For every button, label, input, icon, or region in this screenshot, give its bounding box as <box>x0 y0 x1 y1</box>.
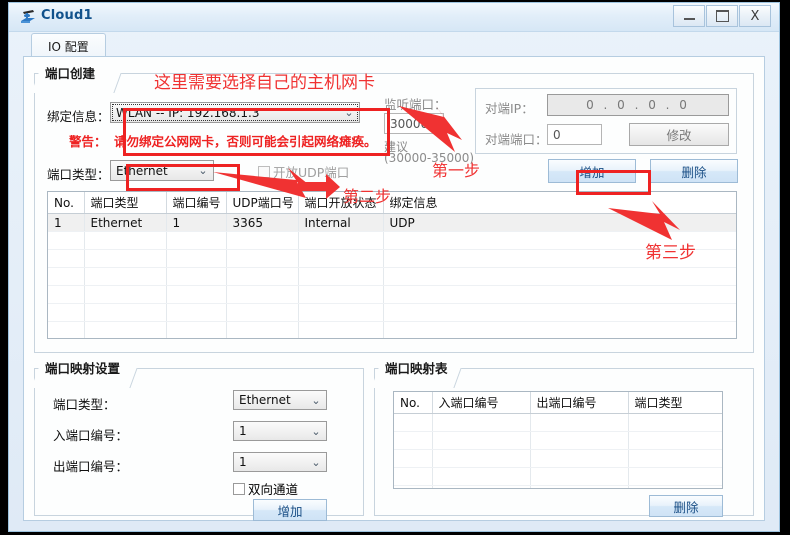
table-row[interactable] <box>394 467 722 486</box>
mapping-delete-button[interactable]: 删除 <box>649 495 723 517</box>
table-row[interactable] <box>48 267 736 286</box>
out-port-number-value: 1 <box>239 455 247 469</box>
table-row[interactable] <box>394 485 722 488</box>
col-port-number: 端口编号 <box>166 192 227 214</box>
col-no: No. <box>394 392 433 414</box>
port-type-label: 端口类型： <box>47 167 110 182</box>
listen-port-label: 监听端口： <box>384 97 447 112</box>
close-icon: X <box>750 8 760 24</box>
chevron-down-icon: ⌄ <box>311 393 321 407</box>
maximize-button[interactable] <box>706 5 738 27</box>
chevron-down-icon: ⌄ <box>198 164 208 177</box>
col-port-type: 端口类型 <box>84 192 167 214</box>
in-port-number-combobox[interactable]: 1 ⌄ <box>233 421 327 441</box>
table-row[interactable]: 1 Ethernet 1 3365 Internal UDP <box>48 213 736 232</box>
table-row[interactable] <box>48 321 736 338</box>
table-header-row: No. 入端口编号 出端口编号 端口类型 <box>394 392 722 414</box>
minimize-button[interactable] <box>673 5 705 27</box>
peer-ip-value: 0 . 0 . 0 . 0 <box>586 98 690 112</box>
checkbox-box <box>258 165 270 178</box>
mapping-table-title: 端口映射表 <box>383 358 454 377</box>
chevron-down-icon: ⌄ <box>311 424 321 438</box>
open-udp-port-label: 开放UDP端口 <box>273 165 350 180</box>
close-button[interactable]: X <box>739 5 771 27</box>
port-create-group: 端口创建 绑定信息： WLAN -- IP: 192.168.1.3 ⌄ 警告：… <box>31 63 754 353</box>
mapping-table-group: 端口映射表 No. 入端口编号 出端口编号 端口类型 删除 <box>371 358 754 517</box>
tab-strip: IO 配置 <box>9 31 779 60</box>
table-row[interactable] <box>48 231 736 250</box>
cloud-device-icon <box>21 10 35 23</box>
peer-port-label: 对端端口： <box>485 132 548 147</box>
table-row[interactable] <box>48 285 736 304</box>
out-port-number-combobox[interactable]: 1 ⌄ <box>233 452 327 472</box>
add-port-button[interactable]: 增加 <box>548 159 636 183</box>
mapping-table[interactable]: No. 入端口编号 出端口编号 端口类型 <box>393 391 723 489</box>
port-type-value: Ethernet <box>116 163 168 178</box>
port-type-combobox[interactable]: Ethernet ⌄ <box>110 160 214 181</box>
cell-binding-info: UDP <box>383 213 736 232</box>
open-udp-port-checkbox[interactable]: 开放UDP端口 <box>258 162 349 181</box>
mapping-settings-group: 端口映射设置 端口类型： Ethernet ⌄ 入端口编号： 1 ⌄ 出端口编号… <box>31 358 364 521</box>
table-row[interactable] <box>394 431 722 450</box>
col-udp-port: UDP端口号 <box>226 192 299 214</box>
peer-ip-input[interactable]: 0 . 0 . 0 . 0 <box>547 94 729 116</box>
table-row[interactable] <box>394 413 722 432</box>
col-out-port: 出端口编号 <box>530 392 629 414</box>
mapping-port-type-combobox[interactable]: Ethernet ⌄ <box>233 390 327 410</box>
port-create-group-title: 端口创建 <box>43 63 102 82</box>
maximize-icon <box>715 10 729 22</box>
cell-no: 1 <box>48 213 85 232</box>
content-panel: 端口创建 绑定信息： WLAN -- IP: 192.168.1.3 ⌄ 警告：… <box>23 56 765 521</box>
peer-ip-label: 对端IP： <box>485 101 534 116</box>
minimize-icon <box>683 18 695 20</box>
listen-port-value: 30000 <box>390 116 429 131</box>
peer-port-value: 0 <box>553 127 561 142</box>
warning-label: 警告： <box>69 134 107 149</box>
binding-info-combobox[interactable]: WLAN -- IP: 192.168.1.3 ⌄ <box>110 102 360 123</box>
binding-info-label: 绑定信息： <box>47 109 110 124</box>
col-port-state: 端口开放状态 <box>298 192 384 214</box>
title-bar: Cloud1 X <box>9 3 779 32</box>
col-no: No. <box>48 192 85 214</box>
col-in-port: 入端口编号 <box>432 392 531 414</box>
mapping-port-type-label: 端口类型： <box>53 397 116 412</box>
table-row[interactable] <box>48 249 736 268</box>
cell-port-state: Internal <box>298 213 384 232</box>
table-row[interactable] <box>394 449 722 468</box>
col-port-type: 端口类型 <box>628 392 722 414</box>
chevron-down-icon: ⌄ <box>311 455 321 469</box>
in-port-number-value: 1 <box>239 424 247 438</box>
bidirectional-channel-checkbox[interactable]: 双向通道 <box>233 479 298 498</box>
cell-udp-port: 3365 <box>226 213 299 232</box>
modify-button[interactable]: 修改 <box>629 123 729 146</box>
warning-text: 请勿绑定公网网卡，否则可能会引起网络瘫痪。 <box>114 134 377 149</box>
table-row[interactable] <box>48 303 736 322</box>
chevron-down-icon: ⌄ <box>344 106 354 119</box>
listen-port-hint-line2: (30000-35000) <box>384 151 475 165</box>
listen-port-input[interactable]: 30000 <box>384 113 444 134</box>
window-title: Cloud1 <box>41 8 93 23</box>
out-port-number-label: 出端口编号： <box>53 459 129 474</box>
binding-info-value: WLAN -- IP: 192.168.1.3 <box>116 105 260 120</box>
cell-port-type: Ethernet <box>84 213 167 232</box>
mapping-add-button[interactable]: 增加 <box>253 499 327 521</box>
application-window: Cloud1 X IO 配置 端口创建 绑定信息： WLAN -- IP: 19… <box>8 2 780 532</box>
bidirectional-channel-label: 双向通道 <box>248 482 299 497</box>
mapping-port-type-value: Ethernet <box>239 393 291 407</box>
cell-port-number: 1 <box>166 213 227 232</box>
port-table[interactable]: No. 端口类型 端口编号 UDP端口号 端口开放状态 绑定信息 1 Ether… <box>47 191 737 339</box>
peer-port-input[interactable]: 0 <box>547 124 602 145</box>
mapping-settings-title: 端口映射设置 <box>43 358 127 377</box>
checkbox-box <box>233 482 245 495</box>
table-header-row: No. 端口类型 端口编号 UDP端口号 端口开放状态 绑定信息 <box>48 192 736 214</box>
in-port-number-label: 入端口编号： <box>53 428 129 443</box>
delete-port-button[interactable]: 删除 <box>650 159 738 183</box>
col-binding-info: 绑定信息 <box>383 192 736 214</box>
